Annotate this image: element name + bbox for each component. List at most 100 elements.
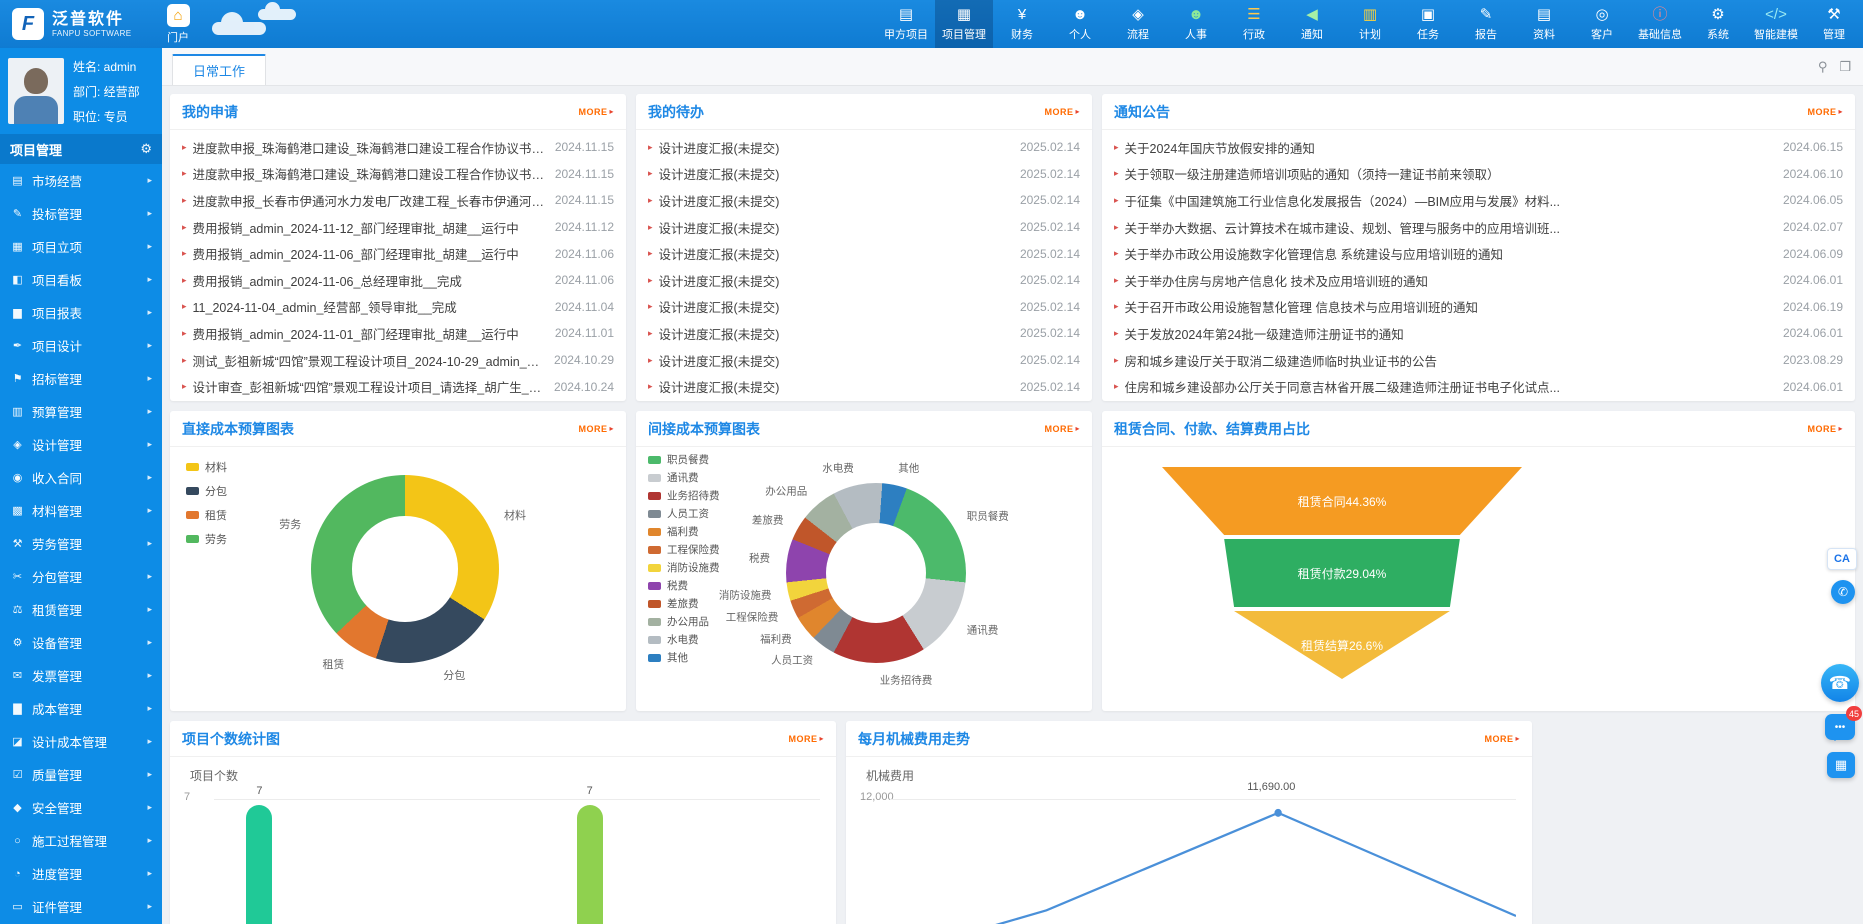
nav-item-project-mgmt[interactable]: ▦项目管理 [935, 0, 993, 48]
list-item[interactable]: ▸进度款申报_珠海鹤港口建设_珠海鹤港口建设工程合作协议书_admin_...2… [182, 134, 614, 161]
gear-icon[interactable]: ⚙ [140, 141, 152, 157]
list-item[interactable]: ▸11_2024-11-04_admin_经营部_领导审批__完成2024.11… [182, 294, 614, 321]
expand-icon[interactable]: ❒ [1839, 59, 1851, 75]
sidebar-item-project-design[interactable]: ✒项目设计▸ [0, 329, 162, 362]
list-item[interactable]: ▸设计进度汇报(未提交)2025.02.14 [648, 347, 1080, 374]
ca-widget[interactable]: CA [1827, 548, 1857, 570]
legend-item[interactable]: 工程保险费 [648, 542, 720, 557]
sidebar-item-progress[interactable]: ◔进度管理▸ [0, 857, 162, 890]
more-link[interactable]: MORE▸ [1807, 424, 1843, 434]
legend-item[interactable]: 办公用品 [648, 614, 720, 629]
tab-daily-work[interactable]: 日常工作 [172, 54, 266, 85]
sidebar-item-budget[interactable]: ▥预算管理▸ [0, 395, 162, 428]
key-icon[interactable]: ⚲ [1818, 59, 1828, 75]
sidebar-item-quality[interactable]: ☑质量管理▸ [0, 758, 162, 791]
sidebar-item-lease[interactable]: ⚖租赁管理▸ [0, 593, 162, 626]
sidebar-item-project-board[interactable]: ◧项目看板▸ [0, 263, 162, 296]
sidebar-item-design-cost[interactable]: ◪设计成本管理▸ [0, 725, 162, 758]
nav-item-finance[interactable]: ¥财务 [993, 0, 1051, 48]
nav-item-task[interactable]: ▣任务 [1399, 0, 1457, 48]
nav-item-customer[interactable]: ◎客户 [1573, 0, 1631, 48]
nav-item-workflow[interactable]: ◈流程 [1109, 0, 1167, 48]
sidebar-item-safety[interactable]: ◆安全管理▸ [0, 791, 162, 824]
sidebar-item-invoice[interactable]: ✉发票管理▸ [0, 659, 162, 692]
list-item[interactable]: ▸设计进度汇报(未提交)2025.02.14 [648, 240, 1080, 267]
sidebar-item-market[interactable]: ▤市场经营▸ [0, 164, 162, 197]
legend-item[interactable]: 税费 [648, 578, 720, 593]
list-item[interactable]: ▸费用报销_admin_2024-11-06_部门经理审批_胡建__运行中202… [182, 240, 614, 267]
nav-item-smart-modeling[interactable]: </>智能建模 [1747, 0, 1805, 48]
list-item[interactable]: ▸费用报销_admin_2024-11-06_总经理审批__完成2024.11.… [182, 267, 614, 294]
legend-item[interactable]: 材料 [186, 459, 227, 475]
legend-item[interactable]: 差旅费 [648, 596, 720, 611]
phone-service-button[interactable]: ✆ [1831, 580, 1855, 604]
funnel-stage[interactable]: 租赁合同44.36% [1162, 467, 1522, 535]
list-item[interactable]: ▸住房和城乡建设部办公厅关于同意吉林省开展二级建造师注册证书电子化试点...20… [1114, 373, 1843, 400]
legend-item[interactable]: 消防设施费 [648, 560, 720, 575]
legend-item[interactable]: 业务招待费 [648, 488, 720, 503]
funnel-stage[interactable]: 租赁结算26.6% [1162, 611, 1522, 679]
legend-item[interactable]: 租赁 [186, 507, 227, 523]
list-item[interactable]: ▸设计进度汇报(未提交)2025.02.14 [648, 134, 1080, 161]
list-item[interactable]: ▸费用报销_admin_2024-11-01_部门经理审批_胡建__运行中202… [182, 320, 614, 347]
more-link[interactable]: MORE▸ [1484, 734, 1520, 744]
list-item[interactable]: ▸关于举办大数据、云计算技术在城市建设、规划、管理与服务中的应用培训班...20… [1114, 214, 1843, 241]
sidebar-item-labor[interactable]: ⚒劳务管理▸ [0, 527, 162, 560]
more-link[interactable]: MORE▸ [788, 734, 824, 744]
legend-item[interactable]: 通讯费 [648, 470, 720, 485]
sidebar-item-construction-process[interactable]: ○施工过程管理▸ [0, 824, 162, 857]
sidebar-item-bidding[interactable]: ✎投标管理▸ [0, 197, 162, 230]
list-item[interactable]: ▸关于举办住房与房地产信息化 技术及应用培训班的通知2024.06.01 [1114, 267, 1843, 294]
list-item[interactable]: ▸进度款申报_珠海鹤港口建设_珠海鹤港口建设工程合作协议书_admin_...2… [182, 161, 614, 188]
customer-service-button[interactable]: ☎ [1821, 664, 1859, 702]
legend-item[interactable]: 职员餐费 [648, 452, 720, 467]
nav-item-hr[interactable]: ☻人事 [1167, 0, 1225, 48]
list-item[interactable]: ▸关于领取一级注册建造师培训项贴的通知（须持一建证书前来领取）2024.06.1… [1114, 161, 1843, 188]
sidebar-item-tender[interactable]: ⚑招标管理▸ [0, 362, 162, 395]
list-item[interactable]: ▸费用报销_admin_2024-11-12_部门经理审批_胡建__运行中202… [182, 214, 614, 241]
sidebar-section-header[interactable]: 项目管理 ⚙ [0, 134, 162, 164]
list-item[interactable]: ▸设计进度汇报(未提交)2025.02.14 [648, 187, 1080, 214]
nav-item-personal[interactable]: ☻个人 [1051, 0, 1109, 48]
sidebar-item-certificate[interactable]: ▭证件管理▸ [0, 890, 162, 923]
legend-item[interactable]: 劳务 [186, 531, 227, 547]
sidebar-item-equipment[interactable]: ⚙设备管理▸ [0, 626, 162, 659]
sidebar-item-project-report[interactable]: ▆项目报表▸ [0, 296, 162, 329]
sidebar-item-cost[interactable]: ▇成本管理▸ [0, 692, 162, 725]
nav-item-plan[interactable]: ▥计划 [1341, 0, 1399, 48]
list-item[interactable]: ▸进度款申报_长春市伊通河水力发电厂改建工程_长春市伊通河水力发电...2024… [182, 187, 614, 214]
more-link[interactable]: MORE▸ [1807, 107, 1843, 117]
legend-item[interactable]: 分包 [186, 483, 227, 499]
nav-item-system[interactable]: ⚙系统 [1689, 0, 1747, 48]
chat-button[interactable]: ••• 45 [1825, 714, 1855, 740]
more-link[interactable]: MORE▸ [1044, 107, 1080, 117]
funnel-stage[interactable]: 租赁付款29.04% [1162, 539, 1522, 607]
list-item[interactable]: ▸关于发放2024年第24批一级建造师注册证书的通知2024.06.01 [1114, 320, 1843, 347]
sidebar-item-project-initiation[interactable]: ▦项目立项▸ [0, 230, 162, 263]
sidebar-item-material[interactable]: ▩材料管理▸ [0, 494, 162, 527]
nav-item-manage[interactable]: ⚒管理 [1805, 0, 1863, 48]
sidebar-item-income-contract[interactable]: ◉收入合同▸ [0, 461, 162, 494]
qr-code-button[interactable]: ▦ [1827, 752, 1855, 778]
nav-item-base-info[interactable]: ⓘ基础信息 [1631, 0, 1689, 48]
sidebar-item-subcontract[interactable]: ✂分包管理▸ [0, 560, 162, 593]
nav-item-client-project[interactable]: ▤甲方项目 [877, 0, 935, 48]
list-item[interactable]: ▸设计审查_彭祖新城“四馆”景观工程设计项目_请选择_胡广生_2024-10-2… [182, 373, 614, 400]
legend-item[interactable]: 其他 [648, 650, 720, 665]
nav-item-report[interactable]: ✎报告 [1457, 0, 1515, 48]
list-item[interactable]: ▸房和城乡建设厅关于取消二级建造师临时执业证书的公告2023.08.29 [1114, 347, 1843, 374]
list-item[interactable]: ▸关于召开市政公用设施智慧化管理 信息技术与应用培训班的通知2024.06.19 [1114, 294, 1843, 321]
list-item[interactable]: ▸关于举办市政公用设施数字化管理信息 系统建设与应用培训班的通知2024.06.… [1114, 240, 1843, 267]
nav-item-admin-affairs[interactable]: ☰行政 [1225, 0, 1283, 48]
list-item[interactable]: ▸设计进度汇报(未提交)2025.02.14 [648, 161, 1080, 188]
list-item[interactable]: ▸设计进度汇报(未提交)2025.02.14 [648, 294, 1080, 321]
more-link[interactable]: MORE▸ [1044, 424, 1080, 434]
more-link[interactable]: MORE▸ [578, 424, 614, 434]
nav-item-portal[interactable]: ⌂ 门户 [152, 0, 204, 48]
sidebar-item-design[interactable]: ◈设计管理▸ [0, 428, 162, 461]
list-item[interactable]: ▸设计进度汇报(未提交)2025.02.14 [648, 373, 1080, 400]
list-item[interactable]: ▸设计进度汇报(未提交)2025.02.14 [648, 267, 1080, 294]
legend-item[interactable]: 水电费 [648, 632, 720, 647]
list-item[interactable]: ▸设计进度汇报(未提交)2025.02.14 [648, 214, 1080, 241]
nav-item-notice[interactable]: ◀通知 [1283, 0, 1341, 48]
